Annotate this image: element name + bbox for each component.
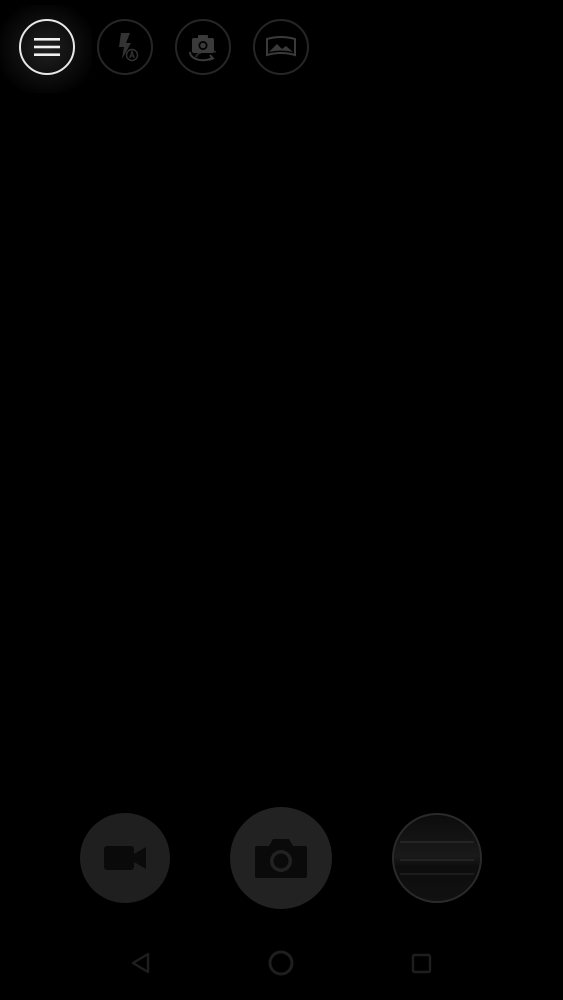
camera-icon bbox=[255, 839, 307, 878]
menu-icon bbox=[34, 38, 60, 56]
camera-top-toolbar bbox=[0, 0, 563, 100]
shutter-button[interactable] bbox=[230, 807, 332, 909]
video-record-button[interactable] bbox=[80, 813, 170, 903]
thumbnail-detail bbox=[400, 841, 474, 843]
panorama-mode-button[interactable] bbox=[253, 19, 309, 75]
thumbnail-detail bbox=[400, 873, 474, 875]
photo-thumbnail bbox=[394, 815, 480, 901]
switch-camera-button[interactable] bbox=[175, 19, 231, 75]
thumbnail-detail bbox=[400, 859, 474, 861]
flash-auto-icon bbox=[119, 33, 139, 62]
system-navigation-bar bbox=[0, 930, 563, 1000]
menu-button[interactable] bbox=[19, 19, 75, 75]
recents-square-icon bbox=[411, 953, 432, 974]
switch-camera-icon bbox=[189, 35, 217, 62]
videocam-icon bbox=[104, 846, 146, 870]
last-photo-thumbnail[interactable] bbox=[392, 813, 482, 903]
capture-controls bbox=[0, 800, 563, 920]
panorama-mode-icon bbox=[266, 36, 296, 57]
home-button[interactable] bbox=[266, 948, 296, 978]
back-button[interactable] bbox=[126, 948, 156, 978]
recents-button[interactable] bbox=[406, 948, 436, 978]
back-triangle-icon bbox=[131, 952, 150, 974]
flash-mode-button[interactable] bbox=[97, 19, 153, 75]
home-circle-icon bbox=[268, 950, 294, 976]
